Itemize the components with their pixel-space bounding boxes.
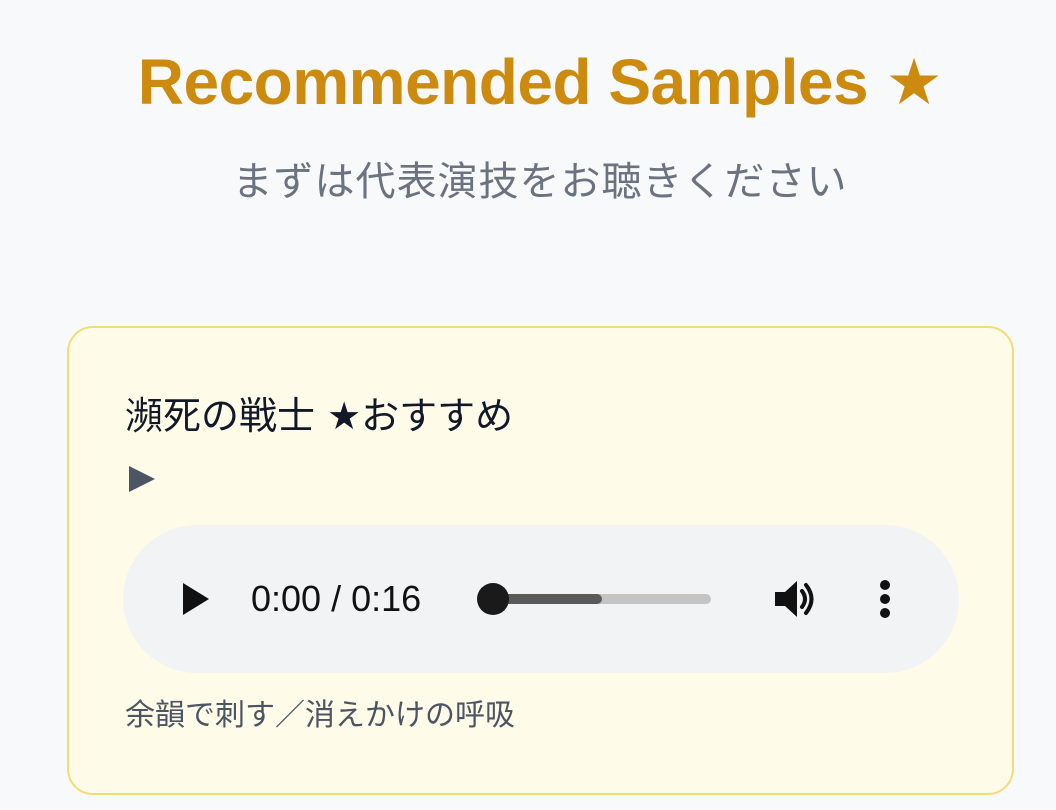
- page-subtitle: まずは代表演技をお聴きください: [232, 159, 848, 205]
- seek-thumb[interactable]: [477, 583, 509, 615]
- seek-bar[interactable]: [477, 583, 711, 615]
- play-triangle-icon[interactable]: [127, 464, 157, 494]
- sample-card: 瀕死の戦士 ★おすすめ 0:00 / 0:16 余韻で刺す／消えかけの呼吸: [67, 326, 1014, 795]
- page-title: Recommended Samples ★: [137, 46, 943, 118]
- volume-icon[interactable]: [773, 577, 819, 621]
- page: Recommended Samples ★ まずは代表演技をお聴きください 瀕死…: [0, 0, 1056, 810]
- audio-player: 0:00 / 0:16: [123, 525, 959, 673]
- sample-caption: 余韻で刺す／消えかけの呼吸: [125, 698, 515, 733]
- seek-buffered: [493, 594, 602, 604]
- more-vert-icon[interactable]: [869, 577, 901, 621]
- play-icon[interactable]: [175, 579, 215, 619]
- sample-title: 瀕死の戦士 ★おすすめ: [125, 394, 514, 438]
- time-display: 0:00 / 0:16: [251, 578, 422, 619]
